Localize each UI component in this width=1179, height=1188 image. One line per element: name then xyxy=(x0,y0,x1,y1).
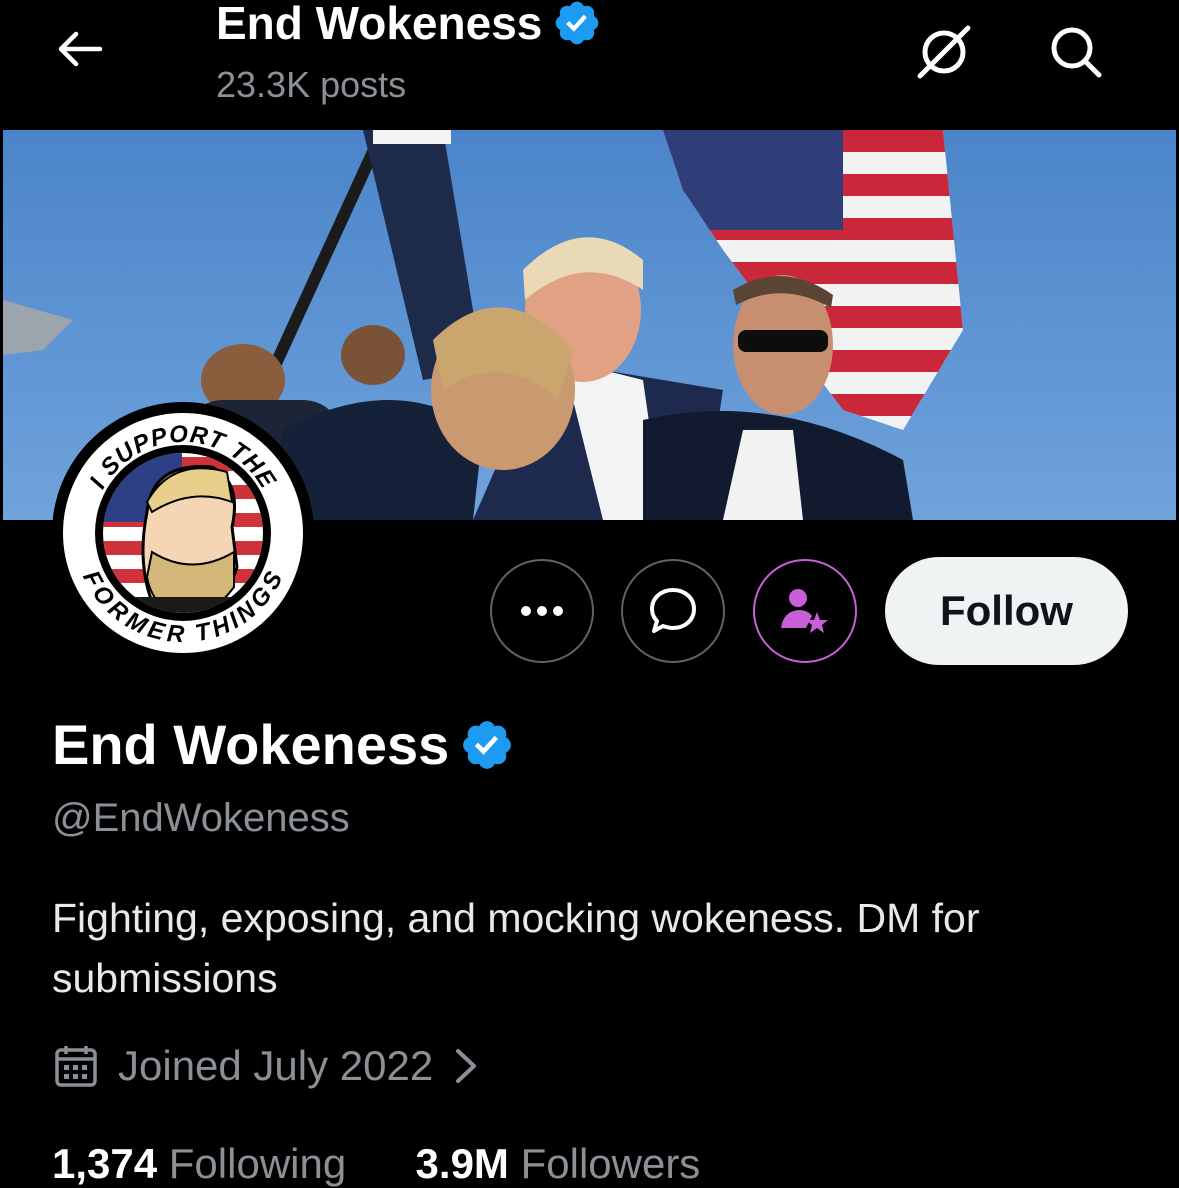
person-star-icon xyxy=(781,589,828,633)
header-title-text: End Wokeness xyxy=(216,0,543,49)
header-title: End Wokeness xyxy=(216,0,602,50)
verified-badge-icon[interactable] xyxy=(459,717,515,773)
profile-bio: Fighting, exposing, and mocking wokeness… xyxy=(52,895,980,1001)
message-button[interactable] xyxy=(621,559,725,663)
follow-button[interactable]: Follow xyxy=(885,557,1128,665)
profile-actions: Follow xyxy=(0,557,1179,665)
follow-stats: 1,374 Following 3.9M Followers xyxy=(52,1140,700,1188)
message-bubble-icon xyxy=(650,588,696,633)
subscribe-button[interactable] xyxy=(753,559,857,663)
joined-date[interactable]: Joined July 2022 xyxy=(52,1042,483,1090)
profile-name-text: End Wokeness xyxy=(52,713,450,776)
joined-text: Joined July 2022 xyxy=(118,1042,434,1089)
calendar-icon xyxy=(55,1046,97,1087)
search-icon[interactable] xyxy=(1046,22,1106,82)
verified-badge-icon xyxy=(556,1,599,45)
more-dots-icon xyxy=(521,606,563,616)
grok-icon[interactable] xyxy=(914,22,974,82)
posts-count: 23.3K posts xyxy=(216,64,407,105)
back-arrow-icon[interactable] xyxy=(52,22,106,76)
top-bar: End Wokeness 23.3K posts xyxy=(0,0,1179,130)
profile-name: End Wokeness xyxy=(52,712,515,777)
more-options-button[interactable] xyxy=(490,559,594,663)
chevron-right-icon xyxy=(456,1049,477,1083)
profile-handle: @EndWokeness xyxy=(52,796,350,840)
